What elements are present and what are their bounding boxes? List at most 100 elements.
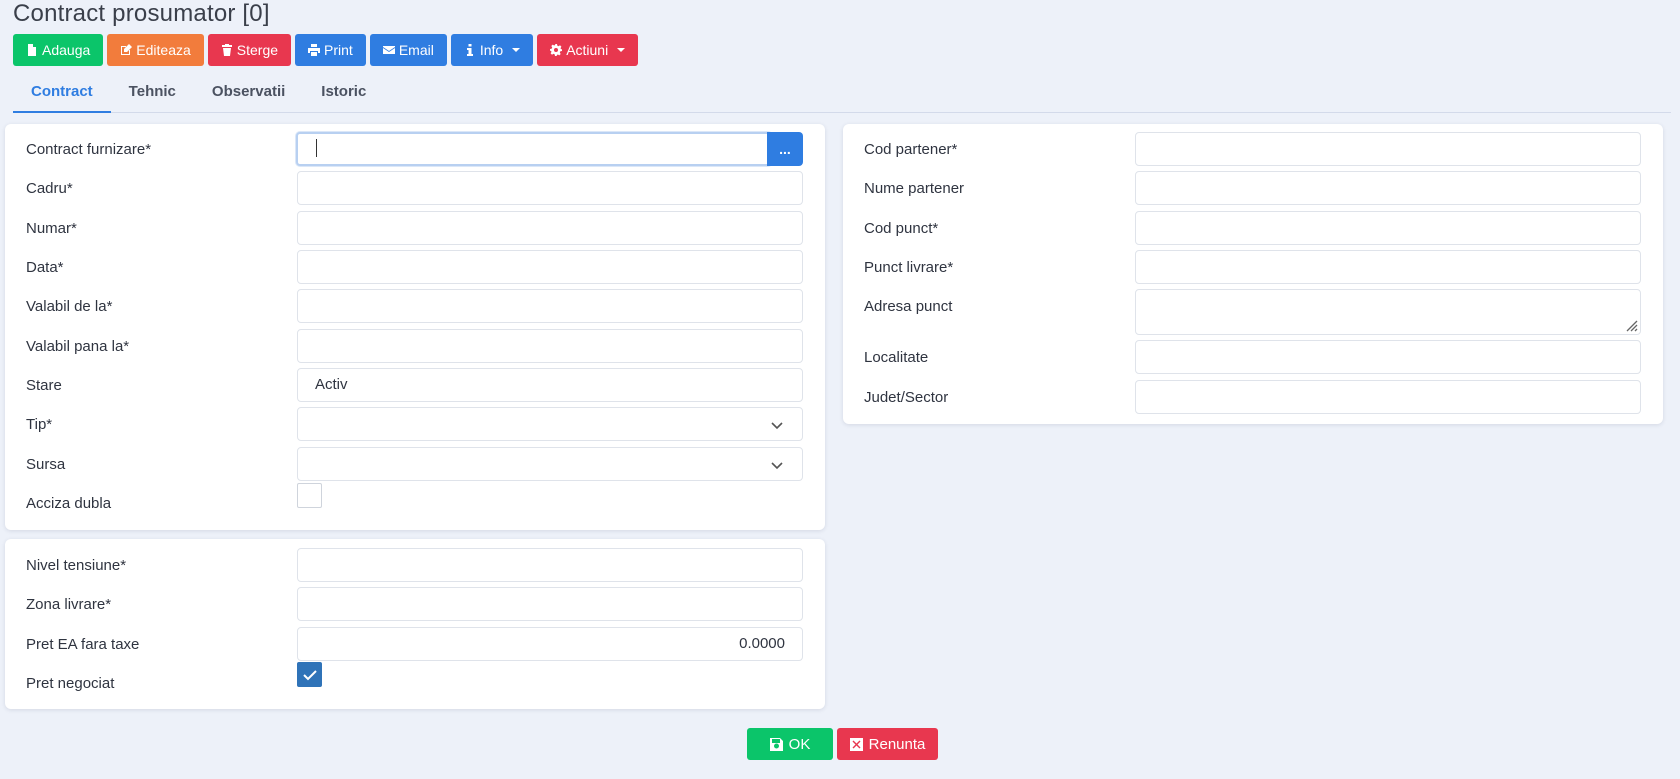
tab-bar: Contract Tehnic Observatii Istoric: [13, 76, 1671, 113]
stare-label: Stare: [26, 377, 62, 394]
valabil-de-la-row: Valabil de la*: [5, 289, 825, 323]
valabil-pana-la-input[interactable]: [297, 329, 803, 363]
punct-livrare-input[interactable]: [1135, 250, 1641, 284]
cod-punct-label: Cod punct*: [864, 220, 939, 237]
sursa-select[interactable]: [297, 447, 803, 481]
cod-partener-label: Cod partener*: [864, 141, 958, 158]
localitate-row: Localitate: [843, 340, 1663, 374]
email-button-label: Email: [398, 42, 434, 58]
cancel-button[interactable]: Renunta: [837, 728, 938, 760]
contract-prosumator-page: Contract prosumator [0] Adauga Editeaza …: [0, 0, 1680, 779]
judet-sector-input[interactable]: [1135, 380, 1641, 414]
nivel-tensiune-input[interactable]: [297, 548, 803, 582]
adresa-punct-textarea[interactable]: [1135, 289, 1641, 335]
judet-sector-row: Judet/Sector: [843, 380, 1663, 414]
valabil-de-la-input[interactable]: [297, 289, 803, 323]
nivel-tensiune-row: Nivel tensiune*: [5, 548, 825, 582]
adresa-punct-row: Adresa punct: [843, 289, 1663, 335]
cod-punct-input[interactable]: [1135, 211, 1641, 245]
acciza-dubla-label: Acciza dubla: [26, 495, 112, 512]
ok-button-label: OK: [788, 735, 811, 753]
cod-partener-row: Cod partener*: [843, 132, 1663, 166]
numar-label: Numar*: [26, 220, 77, 237]
zona-livrare-input[interactable]: [297, 587, 803, 621]
tab-tehnic[interactable]: Tehnic: [111, 76, 194, 113]
gear-icon: [550, 44, 563, 56]
pret-ea-row: Pret EA fara taxe 0.0000: [5, 627, 825, 661]
chevron-down-icon: [771, 462, 783, 470]
pret-negociat-label: Pret negociat: [26, 675, 115, 692]
save-icon: [769, 737, 783, 751]
info-icon: [466, 44, 473, 56]
tab-istoric[interactable]: Istoric: [303, 76, 384, 113]
cadru-label: Cadru*: [26, 180, 73, 197]
info-dropdown-button[interactable]: Info: [450, 34, 534, 66]
page-title: Contract prosumator [0]: [13, 0, 270, 27]
punct-livrare-label: Punct livrare*: [864, 259, 954, 276]
checkmark-icon: [303, 670, 317, 681]
file-icon: [28, 44, 36, 56]
nume-partener-label: Nume partener: [864, 180, 965, 197]
close-box-icon: [849, 737, 863, 751]
acciza-dubla-row: Acciza dubla: [5, 483, 825, 520]
tab-observatii[interactable]: Observatii: [194, 76, 303, 113]
chevron-down-icon: [512, 48, 521, 52]
browse-contract-button[interactable]: ...: [767, 132, 803, 166]
print-button-label: Print: [324, 42, 353, 58]
cod-punct-row: Cod punct*: [843, 211, 1663, 245]
valabil-pana-la-label: Valabil pana la*: [26, 338, 130, 355]
pret-negociat-checkbox[interactable]: [297, 662, 322, 687]
edit-button-label: Editeaza: [136, 42, 191, 58]
resize-handle-icon[interactable]: [1624, 318, 1638, 332]
trash-icon: [221, 44, 232, 56]
data-row: Data*: [5, 250, 825, 284]
ok-button[interactable]: OK: [747, 728, 833, 760]
numar-row: Numar*: [5, 211, 825, 245]
cod-partener-input[interactable]: [1135, 132, 1641, 166]
numar-input[interactable]: [297, 211, 803, 245]
punct-livrare-row: Punct livrare*: [843, 250, 1663, 284]
info-button-label: Info: [479, 42, 504, 58]
cadru-row: Cadru*: [5, 171, 825, 205]
sursa-row: Sursa: [5, 447, 825, 481]
delete-button[interactable]: Sterge: [207, 34, 292, 66]
tension-card: Nivel tensiune* Zona livrare* Pret EA fa…: [5, 539, 825, 709]
pret-ea-input[interactable]: 0.0000: [297, 627, 803, 661]
sursa-label: Sursa: [26, 456, 66, 473]
localitate-label: Localitate: [864, 349, 929, 366]
actions-button-label: Actiuni: [566, 42, 609, 58]
data-label: Data*: [26, 259, 64, 276]
stare-input[interactable]: Activ: [297, 368, 803, 402]
chevron-down-icon: [617, 48, 626, 52]
tip-select[interactable]: [297, 407, 803, 441]
stare-row: Stare Activ: [5, 368, 825, 402]
pret-ea-label: Pret EA fara taxe: [26, 636, 140, 653]
add-button-label: Adauga: [42, 42, 91, 58]
print-button[interactable]: Print: [295, 34, 366, 66]
nume-partener-row: Nume partener: [843, 171, 1663, 205]
contract-furnizare-input[interactable]: [296, 132, 772, 166]
edit-button[interactable]: Editeaza: [107, 34, 204, 66]
form-actions: OK Renunta: [747, 728, 938, 760]
printer-icon: [308, 44, 321, 56]
zona-livrare-row: Zona livrare*: [5, 587, 825, 621]
data-input[interactable]: [297, 250, 803, 284]
cadru-input[interactable]: [297, 171, 803, 205]
add-button[interactable]: Adauga: [13, 34, 104, 66]
localitate-input[interactable]: [1135, 340, 1641, 374]
actions-dropdown-button[interactable]: Actiuni: [537, 34, 639, 66]
cancel-button-label: Renunta: [868, 735, 926, 753]
tab-contract[interactable]: Contract: [13, 76, 111, 113]
contract-furnizare-row: Contract furnizare* ...: [5, 132, 825, 166]
judet-sector-label: Judet/Sector: [864, 389, 949, 406]
zona-livrare-label: Zona livrare*: [26, 596, 112, 613]
toolbar: Adauga Editeaza Sterge Print Email Info …: [13, 34, 639, 66]
tip-label: Tip*: [26, 416, 53, 433]
tip-row: Tip*: [5, 407, 825, 441]
pret-negociat-row: Pret negociat: [5, 662, 825, 700]
nivel-tensiune-label: Nivel tensiune*: [26, 557, 127, 574]
email-button[interactable]: Email: [369, 34, 447, 66]
acciza-dubla-checkbox[interactable]: [297, 483, 322, 508]
nume-partener-input[interactable]: [1135, 171, 1641, 205]
delete-button-label: Sterge: [236, 42, 279, 58]
